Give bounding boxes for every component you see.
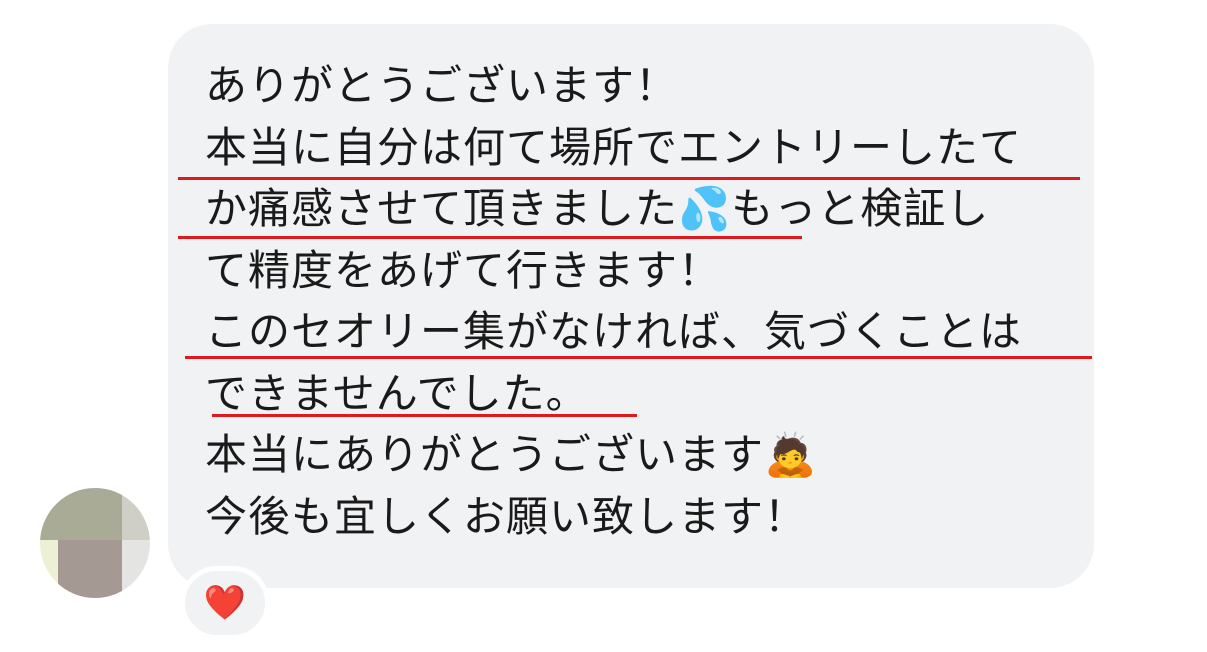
message-line: て精度をあげて行きます！ (205, 245, 722, 295)
red-underline (178, 236, 802, 239)
avatar-pixel (40, 488, 122, 540)
message-line: 本当に自分は何て場所でエントリーしたて (205, 122, 1023, 172)
avatar-pixel (40, 540, 58, 598)
message-line: できませんでした。 (205, 368, 589, 418)
message-line: 本当にありがとうございます🙇 (205, 430, 818, 479)
avatar[interactable] (40, 488, 150, 598)
avatar-pixel (122, 540, 150, 598)
chat-view: ありがとうございます！ 本当に自分は何て場所でエントリーしたて か痛感させて頂き… (0, 0, 1207, 652)
avatar-pixel (58, 540, 122, 598)
red-underline (185, 356, 1092, 359)
avatar-pixel (122, 488, 150, 540)
message-text: ありがとうございます！ 本当に自分は何て場所でエントリーしたて か痛感させて頂き… (205, 60, 1022, 552)
message-line: ありがとうございます！ (205, 61, 679, 110)
heart-icon: ❤️ (203, 583, 247, 623)
red-underline (212, 414, 637, 417)
message-line: 今後も宜しくお願い致します！ (205, 491, 808, 541)
red-underline (178, 177, 1080, 180)
reaction-badge[interactable]: ❤️ (180, 566, 270, 640)
